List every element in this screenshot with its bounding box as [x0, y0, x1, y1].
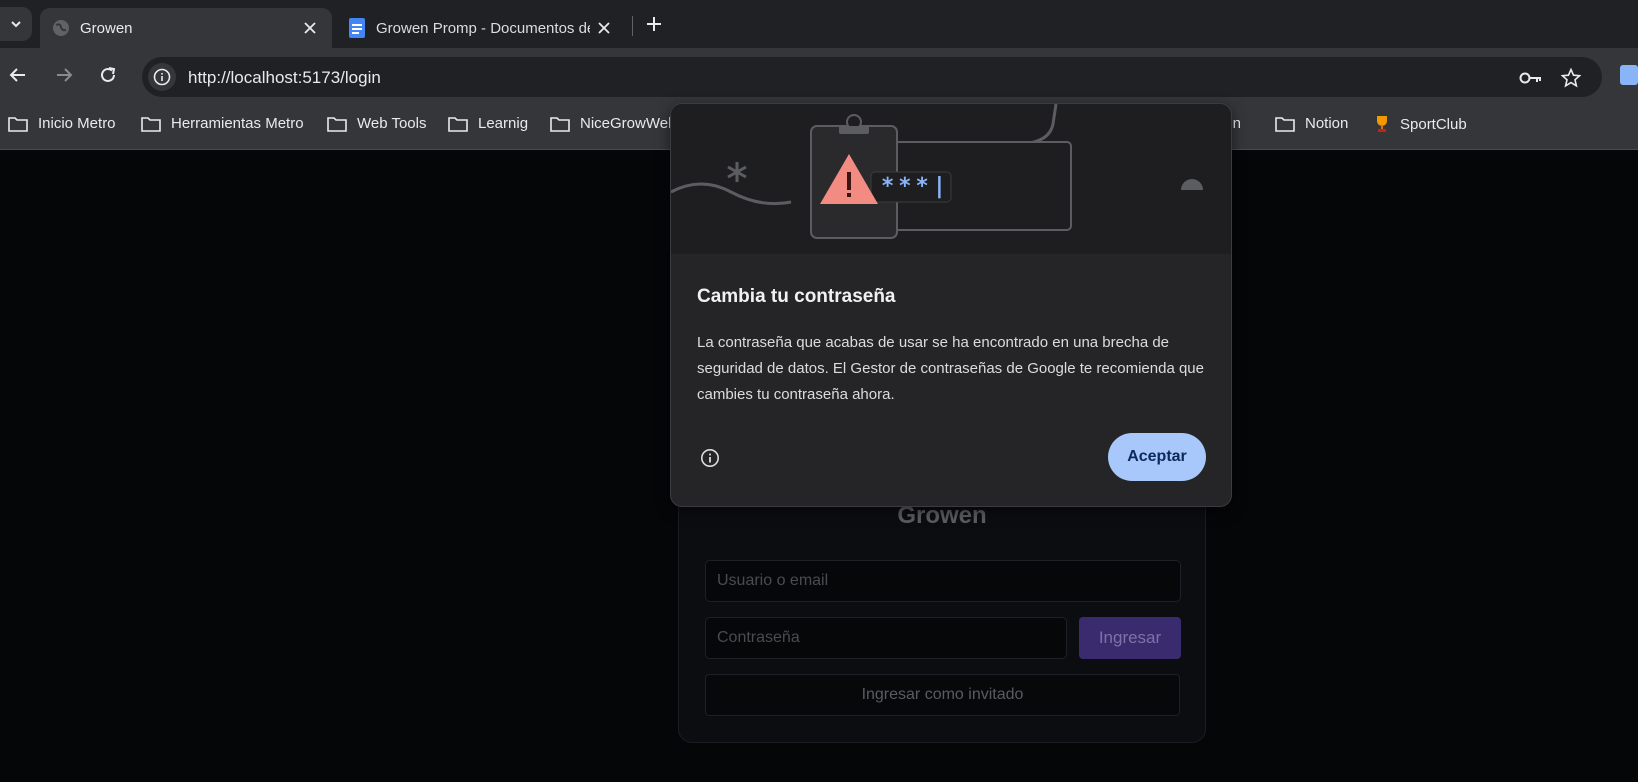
info-icon — [701, 449, 719, 467]
tab-strip: Growen Growen Promp - Documentos de Goog… — [0, 0, 1638, 48]
tab-title: Growen Promp - Documentos de Google — [376, 19, 590, 37]
new-tab-button[interactable] — [640, 10, 668, 38]
address-bar[interactable]: http://localhost:5173/login — [142, 57, 1602, 97]
close-tab-button[interactable] — [590, 14, 618, 42]
bookmark-nicegrowweb[interactable]: NiceGrowWeb — [550, 115, 676, 132]
extension-icon[interactable] — [1620, 65, 1638, 85]
login-card: Growen Usuario o email Contraseña Ingres… — [678, 471, 1206, 743]
close-tab-button[interactable] — [296, 14, 324, 42]
bookmark-inicio-metro[interactable]: Inicio Metro — [8, 115, 116, 132]
bookmark-label: Herramientas Metro — [171, 115, 304, 132]
close-icon — [598, 22, 610, 34]
password-mask: ***| — [881, 174, 950, 199]
dialog-body: La contraseña que acabas de usar se ha e… — [697, 334, 1204, 403]
breach-illustration-graphic — [671, 104, 1203, 239]
accept-button[interactable]: Aceptar — [1108, 433, 1206, 481]
tab-title: Growen — [80, 19, 133, 37]
arrow-right-icon — [57, 68, 73, 82]
bookmark-label: NiceGrowWeb — [580, 115, 677, 132]
bookmark-notion[interactable]: Notion — [1275, 115, 1348, 132]
trophy-icon — [1377, 116, 1387, 132]
site-info-button[interactable] — [148, 63, 176, 91]
reload-button[interactable] — [92, 59, 124, 91]
breach-illustration: ***| — [671, 104, 1231, 254]
bookmark-herramientas-metro[interactable]: Herramientas Metro — [141, 115, 304, 132]
dialog-info-button[interactable] — [699, 447, 721, 469]
plus-icon — [647, 17, 661, 31]
folder-icon — [327, 116, 347, 132]
dialog-title: Cambia tu contraseña — [697, 286, 896, 307]
folder-icon — [1275, 116, 1295, 132]
tab-search-button[interactable] — [0, 7, 32, 41]
close-icon — [304, 22, 316, 34]
bookmark-label: Inicio Metro — [38, 115, 116, 132]
bookmark-label: Notion — [1305, 115, 1349, 132]
folder-icon — [8, 116, 28, 132]
guest-login-button[interactable]: Ingresar como invitado — [705, 674, 1180, 716]
password-key-button[interactable] — [1518, 65, 1544, 91]
bookmark-web-tools[interactable]: Web Tools — [327, 115, 427, 132]
folder-icon — [141, 116, 161, 132]
bookmark-label: SportClub — [1400, 115, 1467, 133]
docs-icon — [349, 18, 365, 38]
arrow-left-icon — [9, 68, 25, 82]
tab-growen[interactable]: Growen — [40, 8, 332, 48]
tab-separator — [632, 16, 633, 36]
password-input[interactable]: Contraseña — [705, 617, 1067, 659]
folder-icon — [550, 116, 570, 132]
bookmark-sportclub[interactable]: SportClub — [1374, 115, 1467, 133]
username-input[interactable]: Usuario o email — [705, 560, 1181, 602]
password-breach-dialog: ***| Cambia tu contraseña La contraseña … — [670, 103, 1232, 507]
folder-icon — [448, 116, 468, 132]
login-button[interactable]: Ingresar — [1079, 617, 1181, 659]
tab-growen-promp[interactable]: Growen Promp - Documentos de Google — [336, 8, 626, 48]
info-icon — [153, 68, 171, 86]
star-icon — [1561, 68, 1581, 88]
chevron-down-icon — [11, 21, 21, 28]
bookmark-label: Learnig — [478, 115, 529, 132]
key-icon — [1519, 72, 1541, 84]
globe-icon — [53, 20, 69, 36]
reload-icon — [101, 67, 116, 82]
bookmark-star-button[interactable] — [1558, 65, 1584, 91]
bookmark-label: Web Tools — [357, 115, 427, 132]
back-button[interactable] — [2, 59, 34, 91]
browser-toolbar: http://localhost:5173/login — [0, 48, 1638, 102]
url-text[interactable]: http://localhost:5173/login — [188, 68, 381, 88]
forward-button[interactable] — [48, 59, 80, 91]
bookmark-learnig[interactable]: Learnig — [448, 115, 528, 132]
